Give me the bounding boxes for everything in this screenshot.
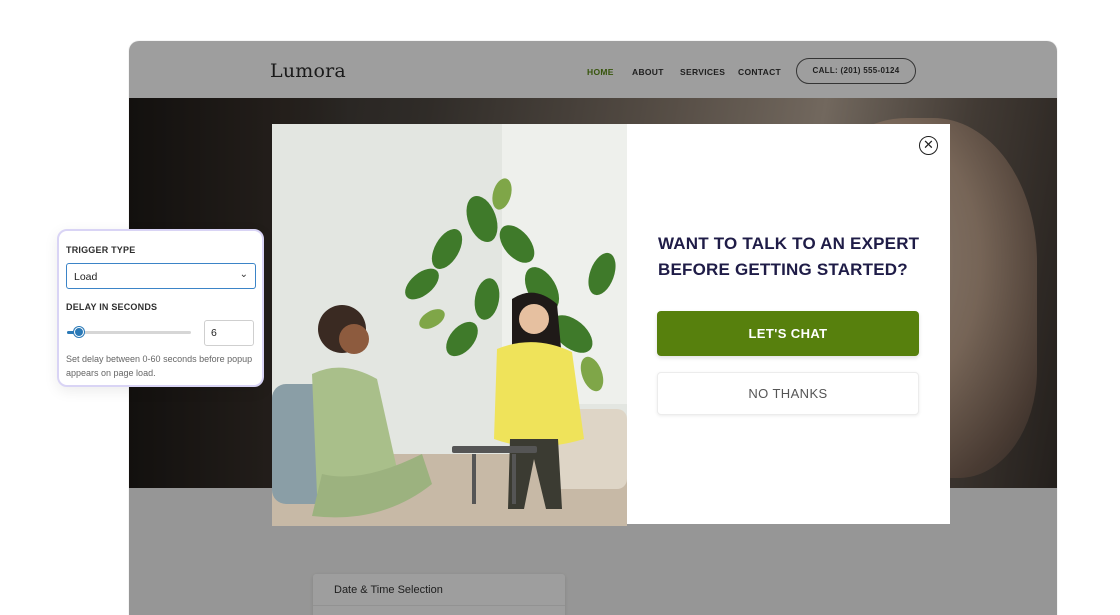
chevron-down-icon: ⌄ bbox=[239, 269, 248, 280]
trigger-type-label: TRIGGER TYPE bbox=[66, 245, 136, 255]
trigger-settings-card: TRIGGER TYPE Load ⌄ DELAY IN SECONDS 6 S… bbox=[57, 229, 264, 387]
no-thanks-button[interactable]: NO THANKS bbox=[657, 372, 919, 415]
close-icon[interactable]: ✕ bbox=[919, 136, 938, 155]
two-women-talking-image bbox=[272, 124, 627, 526]
delay-help-text: Set delay between 0-60 seconds before po… bbox=[66, 354, 253, 378]
popup-panel: ✕ WANT TO TALK TO AN EXPERT BEFORE GETTI… bbox=[627, 124, 950, 524]
popup-heading: WANT TO TALK TO AN EXPERT BEFORE GETTING… bbox=[658, 234, 920, 279]
trigger-type-value: Load bbox=[74, 271, 98, 283]
delay-input[interactable]: 6 bbox=[204, 320, 254, 346]
delay-slider-handle[interactable] bbox=[74, 327, 85, 337]
lets-chat-button[interactable]: LET'S CHAT bbox=[657, 311, 919, 356]
stage: Lumora HOME ABOUT SERVICES CONTACT CALL:… bbox=[0, 0, 1120, 615]
popup-photo bbox=[272, 124, 627, 526]
delay-slider[interactable] bbox=[67, 327, 191, 337]
trigger-type-select[interactable]: Load ⌄ bbox=[66, 263, 256, 289]
delay-label: DELAY IN SECONDS bbox=[66, 302, 158, 312]
